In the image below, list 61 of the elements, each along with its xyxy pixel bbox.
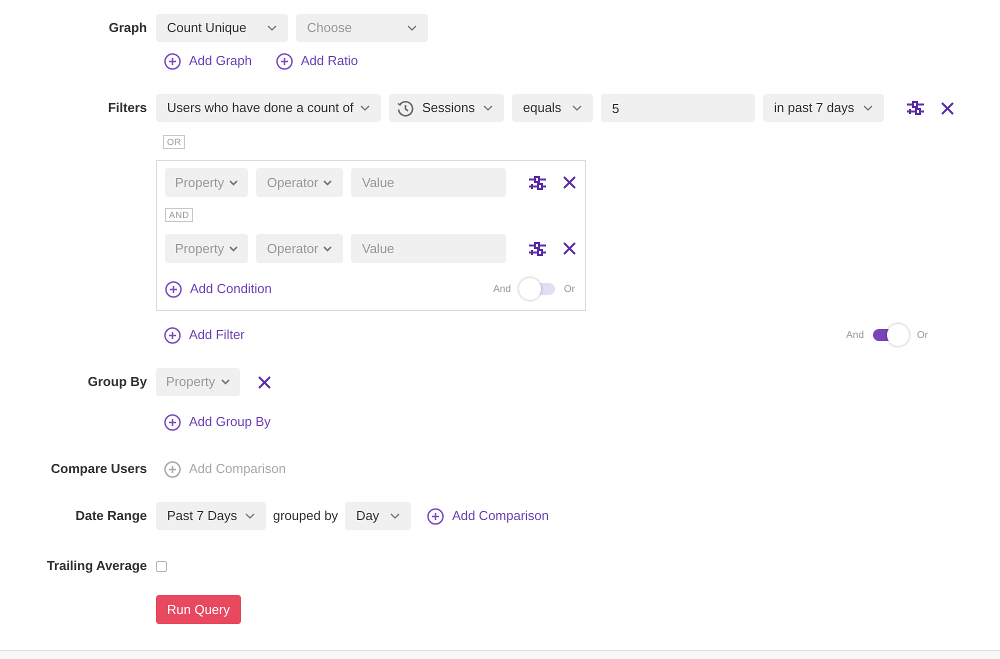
add-button[interactable]: Add Filter [164, 325, 245, 345]
clock-icon [397, 100, 414, 116]
sliders-icon[interactable] [528, 242, 547, 256]
sliders-icon[interactable] [528, 176, 547, 190]
value-input[interactable]: Value [351, 234, 506, 263]
toggle-label: Or [916, 328, 928, 342]
chevron-down-icon [229, 180, 238, 186]
chevron-down-icon [360, 105, 370, 111]
chevron-down-icon [572, 105, 582, 111]
chevron-down-icon [390, 513, 400, 519]
dropdown[interactable]: in past 7 days [763, 94, 884, 122]
chevron-down-icon [323, 246, 332, 252]
chevron-down-icon [267, 25, 277, 31]
dropdown[interactable]: Day [345, 502, 412, 530]
field-label: Filters [108, 99, 147, 118]
toggle-label: Or [564, 282, 575, 296]
add-button[interactable]: Add Comparison [427, 506, 549, 526]
toggle-label: And [846, 328, 864, 342]
plus-circle-icon [164, 326, 181, 344]
field-label: Compare Users [50, 460, 147, 478]
add-button[interactable]: Add Ratio [276, 51, 358, 71]
field-label: Group By [88, 373, 147, 392]
dropdown[interactable]: Count Unique [156, 14, 288, 42]
plus-circle-icon [276, 52, 293, 70]
chevron-down-icon [407, 25, 417, 31]
chevron-down-icon [863, 105, 873, 111]
field-label: Graph [108, 19, 147, 38]
add-button[interactable]: Add Graph [164, 51, 252, 71]
dropdown[interactable]: Users who have done a count of [156, 94, 381, 122]
checkbox[interactable] [156, 560, 167, 572]
close-icon[interactable] [941, 102, 954, 114]
add-button[interactable]: Add Group By [164, 412, 271, 432]
toggle-switch[interactable] [872, 324, 909, 346]
sliders-icon[interactable] [906, 101, 925, 115]
close-icon[interactable] [258, 376, 271, 388]
add-button[interactable]: Add Condition [165, 279, 272, 299]
chevron-down-icon [483, 105, 493, 111]
plus-circle-icon [427, 508, 444, 524]
field-label: Trailing Average [46, 557, 147, 576]
close-icon[interactable] [563, 242, 576, 255]
event-dropdown[interactable]: Sessions [389, 94, 504, 122]
value-input[interactable]: 5 [601, 94, 755, 122]
grouped-by-text: grouped by [273, 507, 338, 526]
plus-circle-icon [164, 414, 181, 430]
chevron-down-icon [323, 180, 332, 186]
run-query-button[interactable]: Run Query [156, 595, 241, 624]
logic-badge: AND [165, 208, 194, 222]
dropdown[interactable]: Past 7 Days [156, 502, 266, 530]
value-input[interactable]: Value [351, 168, 506, 197]
dropdown[interactable]: equals [512, 94, 593, 122]
plus-circle-icon [164, 52, 181, 70]
logic-badge: OR [163, 135, 186, 149]
plus-circle-icon [164, 460, 181, 478]
chevron-down-icon [229, 246, 238, 252]
plus-circle-icon [165, 280, 182, 298]
chevron-down-icon [245, 513, 255, 519]
toggle-switch[interactable] [518, 278, 556, 300]
field-label: Date Range [75, 507, 147, 526]
chevron-down-icon [221, 379, 230, 385]
close-icon[interactable] [563, 176, 576, 189]
toggle-label: And [493, 282, 511, 296]
